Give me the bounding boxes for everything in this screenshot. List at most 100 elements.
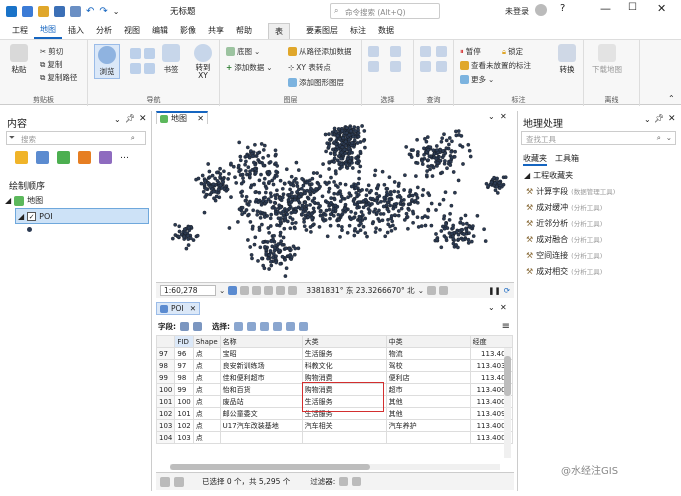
menu-view[interactable]: 视图 [118, 23, 146, 38]
bookmarks-button[interactable]: 书签 [162, 44, 180, 75]
tab-poi-table[interactable]: POI ✕ [156, 302, 200, 315]
new-project-icon[interactable] [22, 5, 33, 17]
open-folder-icon[interactable] [38, 5, 49, 17]
save-as-icon[interactable] [70, 5, 81, 17]
copy-path-button[interactable]: ⧉ 复制路径 [40, 72, 77, 83]
menu-analysis[interactable]: 分析 [90, 23, 118, 38]
zoom-full-extent-icon[interactable] [130, 48, 141, 59]
map-view[interactable] [156, 124, 514, 282]
list-by-selection-icon[interactable] [57, 151, 70, 164]
redo-icon[interactable]: ↷ [99, 6, 107, 17]
zoom-selected-icon[interactable] [144, 48, 155, 59]
close-pane-icon[interactable]: ✕ [668, 114, 676, 124]
pause-drawing-icon[interactable]: ❚❚ [488, 286, 501, 295]
select-by-attributes-icon[interactable] [234, 322, 243, 331]
dropdown-icon[interactable]: ⌄ [666, 133, 672, 142]
measure-status-icon[interactable] [276, 286, 286, 295]
menu-map[interactable]: 地图 [34, 22, 62, 39]
tool-item[interactable]: ⚒ 空间连接 (分析工具) [526, 247, 676, 263]
tab-toolboxes[interactable]: 工具箱 [555, 153, 579, 166]
column-header[interactable]: 中类 [385, 335, 471, 348]
infographics-icon[interactable] [420, 61, 431, 72]
menu-project[interactable]: 工程 [6, 23, 34, 38]
close-all-tabs-icon[interactable]: ✕ [500, 303, 507, 312]
pane-options-icon[interactable]: ⌄ [114, 115, 121, 124]
show-all-records-icon[interactable] [160, 476, 170, 487]
column-header[interactable]: 经度 [469, 335, 514, 348]
paste-button[interactable]: 粘贴 [10, 44, 28, 75]
close-tab-icon[interactable]: ✕ [197, 114, 204, 123]
select-by-attributes-icon[interactable] [390, 46, 401, 57]
convert-button[interactable]: 转换 [558, 44, 576, 75]
table-row[interactable]: 103 102 点 U17汽车改装基地 汽车相关 汽车养护 113.4000 [155, 419, 514, 432]
login-status[interactable]: 未登录 [505, 6, 529, 17]
save-icon[interactable] [54, 5, 65, 17]
table-row[interactable]: 97 96 点宝昭 生活服务 物流 113.405 [155, 347, 514, 360]
column-header[interactable]: 名称 [219, 335, 303, 348]
rotation-icon[interactable] [264, 286, 274, 295]
close-pane-icon[interactable]: ✕ [139, 114, 147, 124]
tool-item[interactable]: ⚒ 计算字段 (数据管理工具) [526, 183, 676, 199]
measure-icon[interactable] [420, 46, 431, 57]
row-number[interactable]: 98 [155, 359, 176, 372]
map-node[interactable]: ◢ 地图 [5, 195, 43, 206]
contents-search-input[interactable]: ⏷ 搜索 ⌕ [6, 131, 146, 145]
pane-options-icon[interactable]: ⌄ [644, 115, 651, 124]
select-by-location-icon[interactable] [368, 61, 379, 72]
vertical-scrollbar[interactable] [504, 348, 511, 458]
list-by-data-source-icon[interactable] [36, 151, 49, 164]
grid-status-icon[interactable] [288, 286, 298, 295]
menu-share[interactable]: 共享 [202, 23, 230, 38]
select-icon[interactable] [368, 46, 379, 57]
next-extent-icon[interactable] [144, 63, 155, 74]
command-search-input[interactable]: ⌕ 命令搜索 (Alt+Q) [330, 3, 440, 19]
add-field-icon[interactable] [180, 322, 189, 331]
menu-help[interactable]: 帮助 [230, 23, 258, 38]
more-options-icon[interactable]: … [120, 151, 129, 164]
row-number[interactable]: 102 [155, 407, 176, 420]
row-number[interactable]: 103 [155, 419, 176, 432]
row-number[interactable]: 97 [155, 347, 176, 360]
customize-chevron-icon[interactable]: ⌄ [113, 7, 120, 16]
add-graphics-layer-button[interactable]: 添加图形图层 [288, 77, 344, 88]
menu-table[interactable]: 表 [268, 22, 290, 39]
add-data-button[interactable]: + 添加数据 ⌄ [226, 62, 273, 73]
visibility-checkbox[interactable]: ✓ [27, 211, 37, 221]
switch-selection-icon[interactable] [260, 322, 269, 331]
pin-icon[interactable]: 📌︎ [654, 114, 664, 123]
table-row[interactable]: 104 103 点 113.4000 [155, 431, 514, 444]
tab-favorites[interactable]: 收藏夹 [523, 153, 547, 166]
scrollbar-thumb[interactable] [504, 356, 511, 396]
tab-map[interactable]: 地图 ✕ [156, 111, 208, 124]
row-number[interactable]: 104 [155, 431, 176, 444]
menu-data[interactable]: 数据 [372, 23, 400, 38]
more-labeling-button[interactable]: 更多 ⌄ [460, 74, 494, 85]
user-avatar-icon[interactable] [535, 4, 547, 16]
scale-selector[interactable]: 1:60,278 [160, 285, 216, 296]
table-menu-icon[interactable]: ≡ [502, 321, 510, 332]
filter-extent-icon[interactable] [339, 477, 349, 486]
previous-extent-icon[interactable] [130, 63, 141, 74]
clear-selection-icon[interactable] [390, 61, 401, 72]
tool-item[interactable]: ⚒ 近邻分析 (分析工具) [526, 215, 676, 231]
show-selected-records-icon[interactable] [174, 476, 184, 487]
list-by-drawing-order-icon[interactable] [15, 151, 28, 164]
map-grid-icon[interactable] [228, 286, 238, 295]
lock-labels-button[interactable]: 🔒︎ 锁定 [502, 46, 523, 57]
view-unplaced-labels-button[interactable]: 查看未放置的标注 [460, 60, 531, 71]
cut-button[interactable]: ✂ 剪切 [40, 46, 63, 57]
copy-selection-icon[interactable] [299, 322, 308, 331]
calculate-field-icon[interactable] [193, 322, 202, 331]
xy-table-to-point-button[interactable]: ⊹ XY 表转点 [288, 62, 331, 73]
horizontal-scrollbar[interactable] [170, 464, 500, 470]
layer-node-poi[interactable]: ◢ ✓ POI [15, 208, 149, 224]
explore-button[interactable]: 浏览 [94, 44, 120, 79]
clear-selection-icon[interactable] [273, 322, 282, 331]
find-tools-input[interactable]: 查找工具 ⌕ ⌄ [521, 131, 676, 145]
menu-insert[interactable]: 插入 [62, 23, 90, 38]
pause-labels-button[interactable]: ⏸ 暂停 [460, 46, 481, 57]
project-favorites-folder[interactable]: ◢ 工程收藏夹 [524, 170, 573, 181]
undo-icon[interactable]: ↶ [86, 6, 94, 17]
zoom-to-selection-icon[interactable] [247, 322, 256, 331]
delete-selection-icon[interactable] [286, 322, 295, 331]
